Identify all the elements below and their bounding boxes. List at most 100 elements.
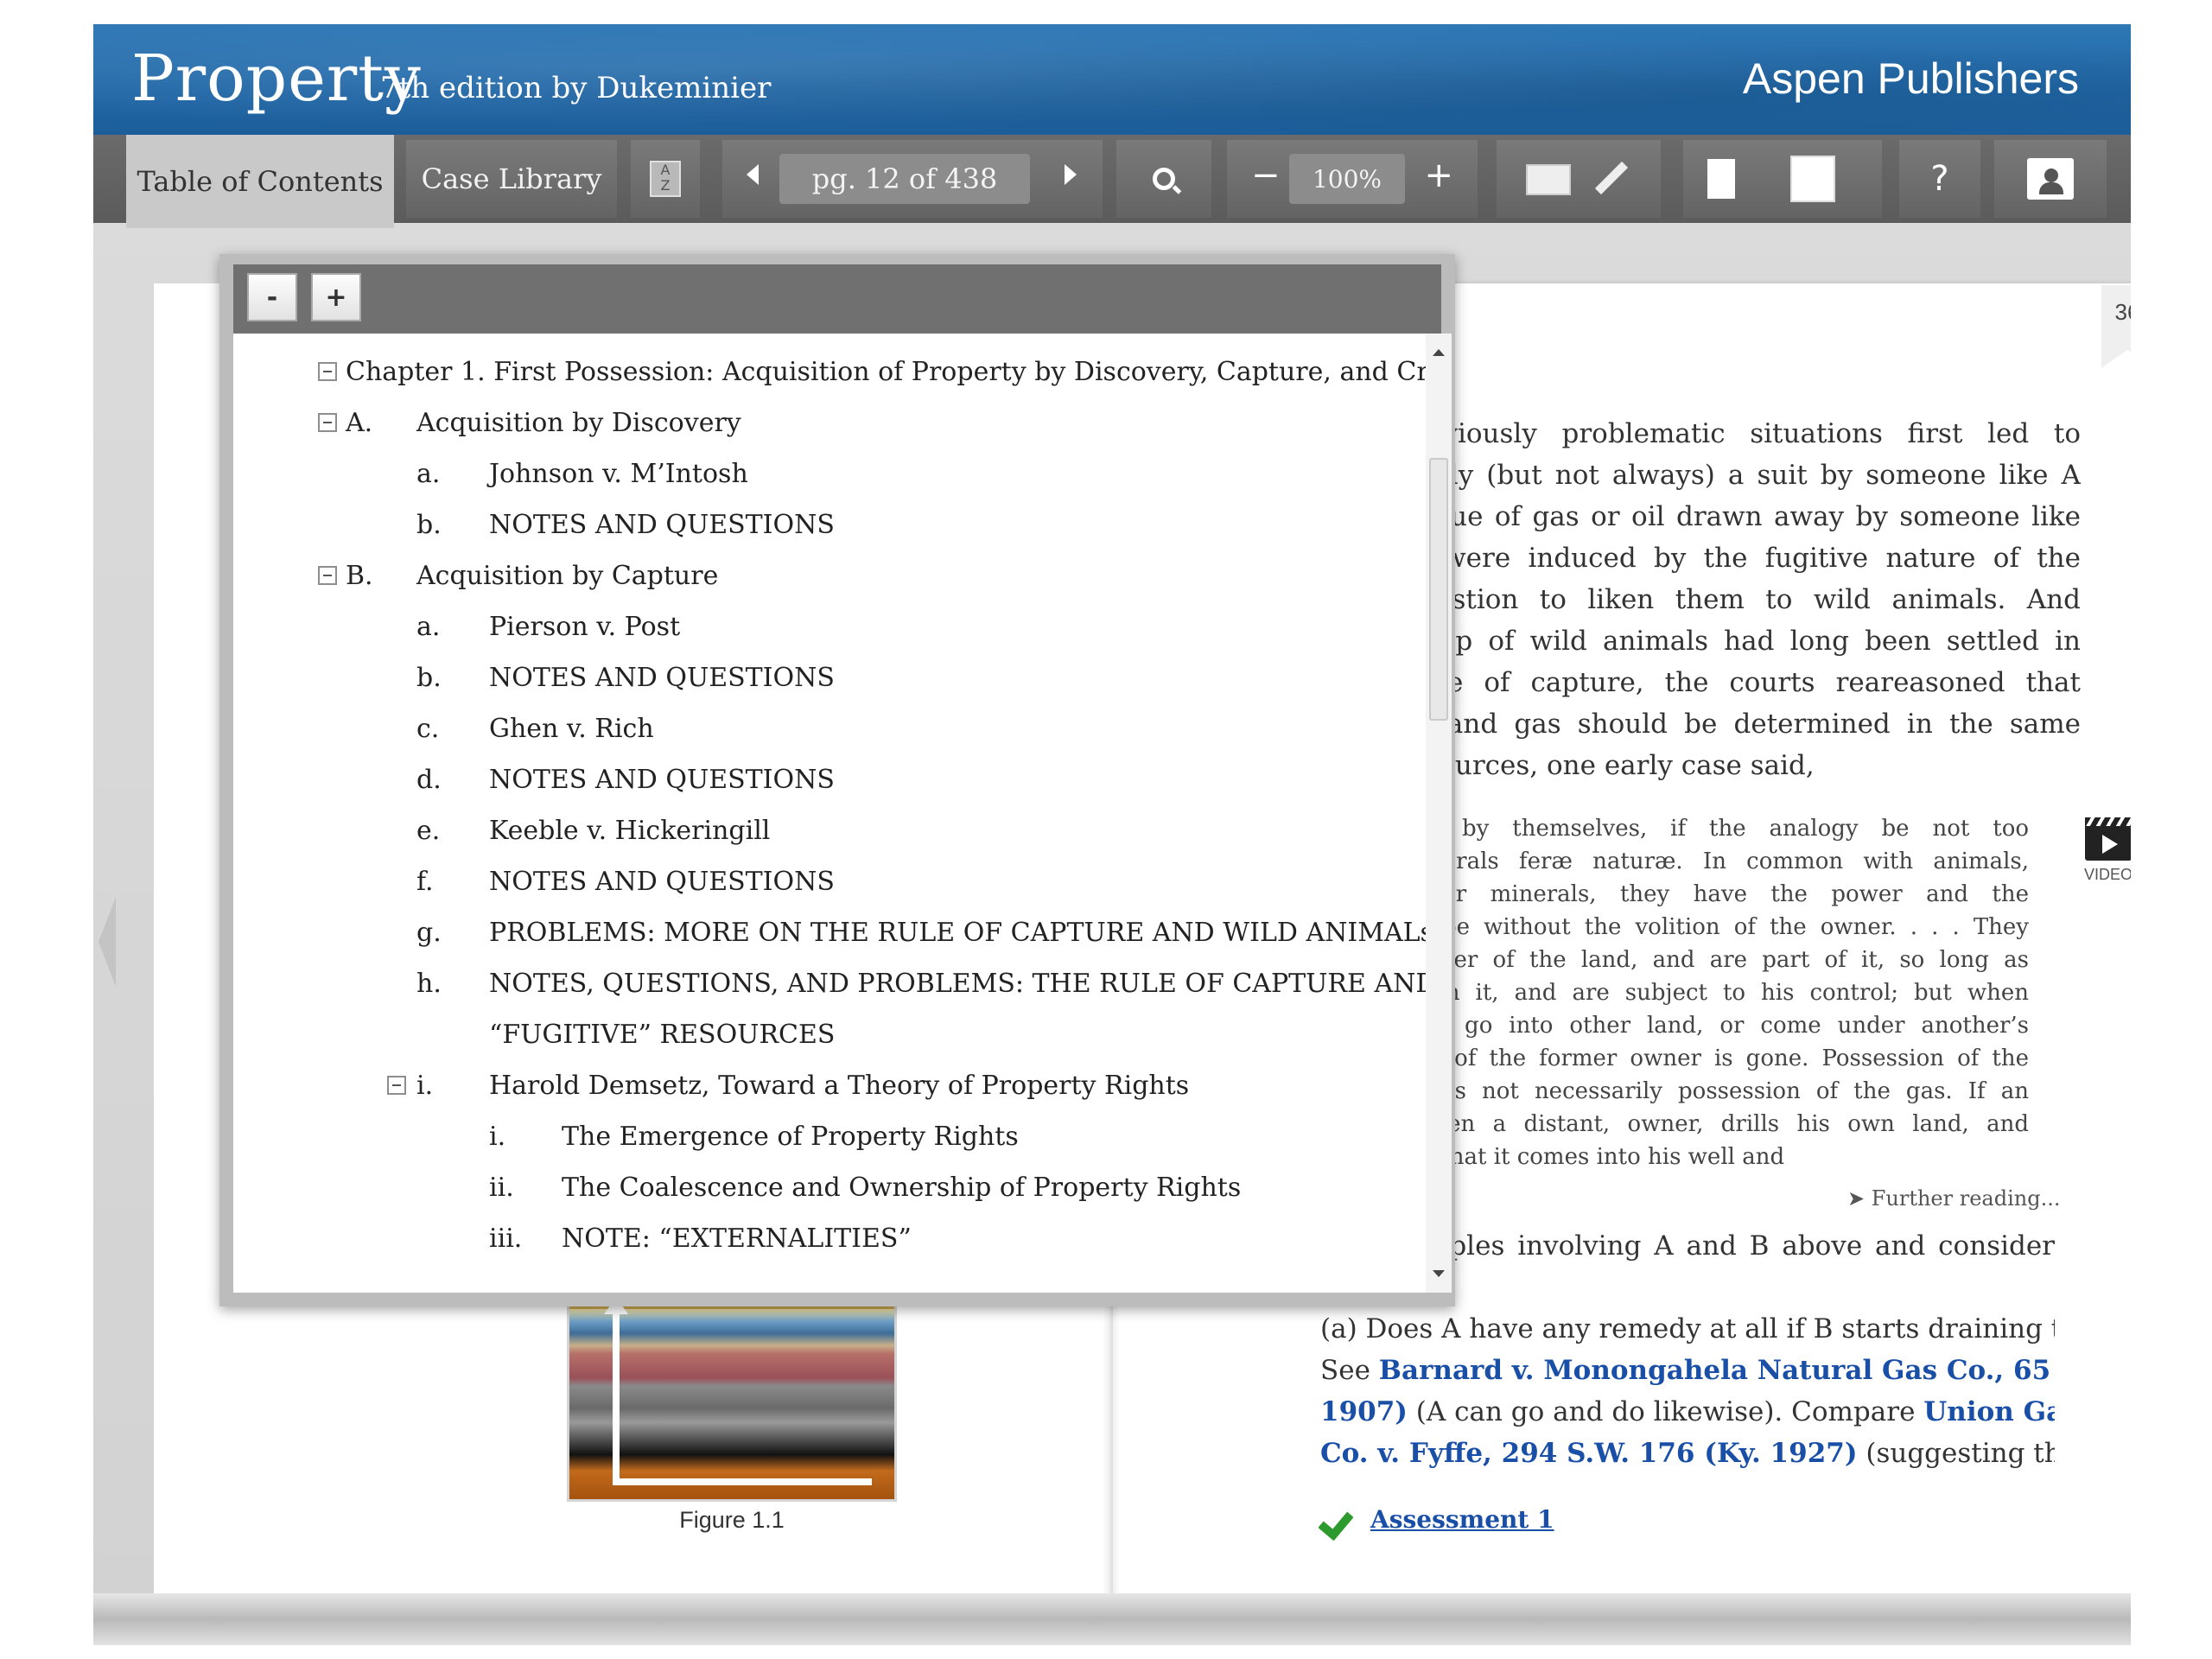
toc-item-title: Ghen v. Rich — [489, 713, 654, 744]
bookmark-tools-group — [1683, 140, 1882, 218]
toc-item[interactable]: Chapter 1. First Possession: Acquisition… — [233, 346, 1441, 397]
video-button[interactable]: VIDEO — [2074, 817, 2131, 884]
case-link-union-gas-cite[interactable]: Co. v. Fyffe, 294 S.W. 176 (Ky. 1927) — [1320, 1438, 1858, 1469]
zoom-level[interactable]: 100% — [1289, 154, 1405, 204]
toc-item-title: Keeble v. Hickeringill — [489, 815, 771, 846]
quote-line: the owner of the land, and are part of i… — [1355, 947, 2029, 973]
book-subtitle: 7th edition by Dukeminier — [380, 71, 772, 105]
toc-item[interactable]: g. PROBLEMS: MORE ON THE RULE OF CAPTURE … — [233, 906, 1433, 958]
text-line: See Barnard v. Monongahela Natural Gas C… — [1320, 1350, 2055, 1391]
text-line: ourts were induced by the fugitive natur… — [1355, 543, 2081, 574]
toc-toolbar: - + — [233, 264, 1441, 334]
reader-app: Property 7th edition by Dukeminier Aspen… — [93, 24, 2131, 1645]
toc-item[interactable]: ii. The Coalescence and Ownership of Prop… — [233, 1161, 1408, 1213]
toc-item-number: h. — [416, 968, 442, 999]
quill-note-icon[interactable] — [1790, 156, 1835, 202]
toc-list: Chapter 1. First Possession: Acquisition… — [233, 334, 1441, 1293]
toc-item-number: a. — [416, 611, 441, 642]
search-button[interactable] — [1116, 140, 1211, 218]
collapse-toggle-icon[interactable] — [318, 413, 337, 432]
collapse-all-button[interactable]: - — [247, 273, 297, 321]
case-link-barnard-year[interactable]: 1907) — [1320, 1396, 1408, 1427]
toc-scrollbar[interactable] — [1426, 334, 1452, 1293]
search-icon — [1153, 168, 1182, 194]
quote-line: refore, is not necessarily possession of… — [1355, 1078, 2029, 1104]
toc-item-number: f. — [416, 866, 434, 897]
prev-page-button[interactable] — [747, 164, 759, 185]
assessment-label: Assessment 1 — [1370, 1504, 1554, 1534]
help-button[interactable]: ? — [1899, 140, 1980, 218]
toc-item[interactable]: f. NOTES AND QUESTIONS — [233, 855, 1408, 907]
help-icon: ? — [1930, 159, 1949, 199]
table-of-contents-panel: - + Chapter 1. First Possession: Acquisi… — [219, 254, 1455, 1306]
toc-item-title: PROBLEMS: MORE ON THE RULE OF CAPTURE AN… — [489, 917, 1433, 948]
toc-item-title: The Emergence of Property Rights — [562, 1121, 1019, 1152]
toc-item-number: g. — [416, 917, 442, 948]
toc-item[interactable]: B. Acquisition by Capture — [233, 550, 1408, 601]
scroll-thumb[interactable] — [1429, 458, 1448, 721]
highlighter-icon[interactable] — [1594, 161, 1629, 195]
toc-item-title: NOTES AND QUESTIONS — [489, 509, 835, 540]
collapse-toggle-icon[interactable] — [387, 1076, 406, 1095]
collapse-toggle-icon[interactable] — [318, 362, 337, 381]
text-line: 1907) (A can go and do likewise). Compar… — [1320, 1391, 2055, 1433]
case-link-barnard[interactable]: Barnard v. Monongahela Natural Gas Co., … — [1379, 1355, 2055, 1386]
expand-all-button[interactable]: + — [311, 273, 361, 321]
user-profile-button[interactable] — [1994, 140, 2107, 218]
toc-item-number: i. — [489, 1121, 506, 1152]
toc-item[interactable]: a. Pierson v. Post — [233, 601, 1408, 652]
notes-icon[interactable] — [1526, 164, 1571, 195]
toc-item-title: NOTES AND QUESTIONS — [489, 764, 835, 795]
text-line: of oil and gas should be determined in t… — [1355, 709, 2081, 740]
table-of-contents-tab[interactable]: Table of Contents — [126, 135, 394, 228]
previous-page-arrow-icon[interactable] — [99, 897, 116, 987]
text-span: (A can go and do likewise). Compare — [1407, 1396, 1924, 1427]
page-indicator[interactable]: pg. 12 of 438 — [779, 154, 1030, 204]
app-header: Property 7th edition by Dukeminier Aspen… — [93, 24, 2131, 135]
toc-item[interactable]: e. Keeble v. Hickeringill — [233, 804, 1408, 856]
text-line: Co. v. Fyffe, 294 S.W. 176 (Ky. 1927) (s… — [1320, 1433, 2055, 1474]
toc-item[interactable]: i. The Emergence of Property Rights — [233, 1110, 1408, 1162]
scroll-down-icon[interactable] — [1433, 1270, 1445, 1277]
toc-item[interactable]: a. Johnson v. M’Intosh — [233, 448, 1408, 499]
scroll-up-icon[interactable] — [1433, 349, 1445, 356]
text-line: - usually (but not always) a suit by som… — [1355, 460, 2081, 491]
toc-item[interactable]: i. Harold Demsetz, Toward a Theory of Pro… — [233, 1059, 1408, 1111]
toc-item-title: Pierson v. Post — [489, 611, 681, 642]
next-page-button[interactable] — [1065, 164, 1077, 185]
bookmark-icon[interactable] — [1707, 159, 1735, 199]
toc-item[interactable]: A. Acquisition by Discovery — [233, 397, 1408, 448]
toc-item-title: Johnson v. M’Intosh — [489, 458, 748, 489]
toc-item-number: A. — [346, 407, 373, 438]
sort-az-icon: AZ — [650, 161, 681, 197]
case-library-tab[interactable]: Case Library — [406, 140, 617, 218]
toc-item-number: ii. — [489, 1172, 514, 1203]
toc-item[interactable]: c. Ghen v. Rich — [233, 702, 1408, 754]
toc-item[interactable]: b. NOTES AND QUESTIONS — [233, 499, 1408, 550]
quote-line: classed by themselves, if the analogy be… — [1355, 816, 2029, 842]
toc-item[interactable]: b. NOTES AND QUESTIONS — [233, 652, 1408, 703]
toc-item-title: NOTES AND QUESTIONS — [489, 662, 835, 693]
video-clapper-icon — [2085, 817, 2131, 861]
toc-item[interactable]: iii. NOTE: “EXTERNALITIES” — [233, 1212, 1408, 1264]
toolbar: Table of Contents Case Library AZ pg. 12… — [93, 135, 2131, 228]
toc-item-title: Acquisition by Discovery — [416, 407, 741, 438]
zoom-in-button[interactable]: + — [1424, 156, 1453, 195]
toc-item-number: b. — [416, 662, 442, 693]
text-line: he rule of capture, the courts reareason… — [1355, 667, 2081, 698]
case-link-union-gas[interactable]: Union Gas & Oil — [1923, 1396, 2055, 1427]
quote-line: ke other minerals, they have the power a… — [1355, 881, 2029, 907]
collapse-toggle-icon[interactable] — [318, 566, 337, 585]
zoom-out-button[interactable]: − — [1251, 156, 1281, 195]
toc-item[interactable]: “FUGITIVE” RESOURCES — [233, 1008, 1408, 1060]
user-folder-icon — [2027, 158, 2074, 200]
sort-az-button[interactable]: AZ — [631, 140, 700, 218]
further-reading-link[interactable]: ➤ Further reading... — [1847, 1186, 2060, 1211]
text-span: See — [1320, 1355, 1379, 1386]
assessment-link[interactable]: Assessment 1 — [1320, 1502, 1554, 1536]
toc-item[interactable]: d. NOTES AND QUESTIONS — [233, 753, 1408, 805]
toc-item[interactable]: h. NOTES, QUESTIONS, AND PROBLEMS: THE RU… — [233, 957, 1441, 1009]
quote-line: gas, so that it comes into his well and — [1355, 1144, 1785, 1170]
checkmark-icon — [1320, 1502, 1360, 1536]
figure-image[interactable] — [567, 1294, 897, 1502]
